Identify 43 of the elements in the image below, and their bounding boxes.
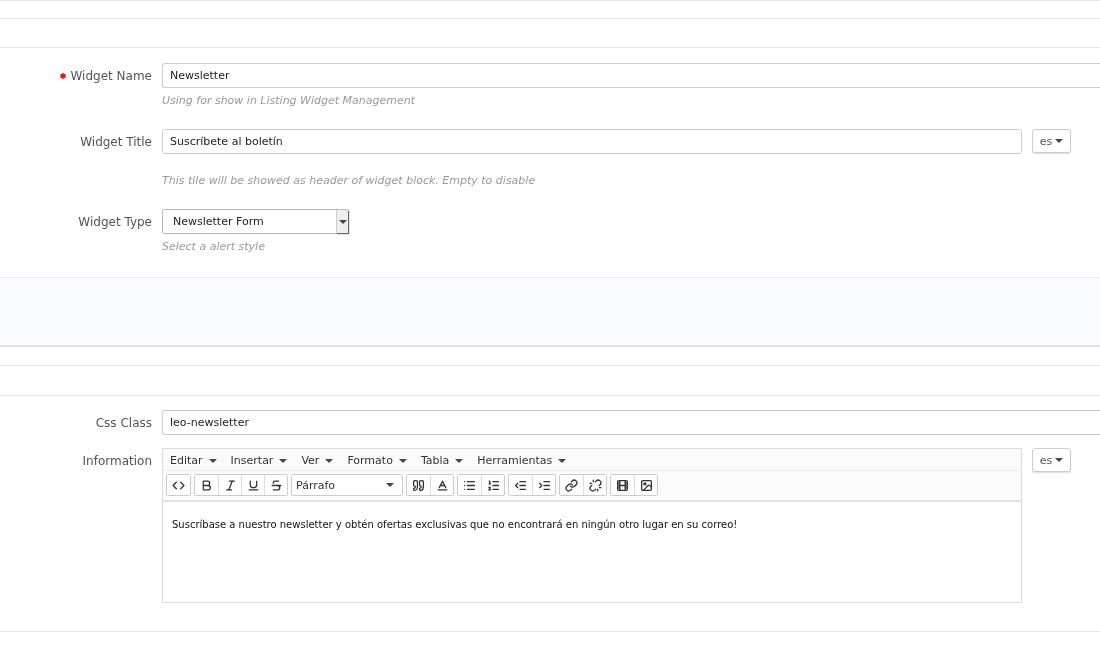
widget-type-select[interactable]: Newsletter Form <box>162 209 349 234</box>
field-label: Css Class <box>94 415 152 432</box>
indent-tool-button[interactable] <box>532 475 555 495</box>
video-icon <box>616 478 629 492</box>
strike-icon <box>269 478 283 492</box>
language-dropdown[interactable]: es <box>1032 129 1071 153</box>
bullets-icon <box>463 478 476 492</box>
indent-icon <box>537 478 551 492</box>
text-input[interactable]: Newsletter <box>162 63 1100 88</box>
quote-icon <box>412 478 425 492</box>
color-icon <box>435 478 449 492</box>
field-label: Widget Type <box>77 214 152 231</box>
help-text: This tile will be showed as header of widget block. Empty to disable <box>162 174 537 187</box>
menu-item[interactable]: Ver <box>301 454 334 467</box>
menu-item[interactable]: Tabla <box>420 454 464 467</box>
field-label: Widget Title <box>79 134 152 151</box>
unlink-icon <box>588 478 602 492</box>
menu-item[interactable]: Herramientas <box>477 454 567 467</box>
numbers-tool-button[interactable] <box>481 475 504 495</box>
italic-icon <box>223 478 237 492</box>
field-label: Information <box>81 453 152 470</box>
strike-tool-button[interactable] <box>264 475 287 495</box>
menu-item[interactable]: Editar <box>170 454 217 467</box>
menu-item[interactable]: Insertar <box>230 454 288 467</box>
format-select[interactable]: Párrafo <box>292 475 402 495</box>
link-icon <box>565 478 578 492</box>
text-input[interactable]: Suscríbete al boletín <box>162 129 1022 154</box>
code-tool-button[interactable] <box>167 475 190 495</box>
language-dropdown[interactable]: es <box>1032 448 1071 472</box>
image-tool-button[interactable] <box>634 475 657 495</box>
outdent-icon <box>514 478 527 492</box>
text-input[interactable]: leo-newsletter <box>162 410 1100 435</box>
help-text: Select a alert style <box>162 240 266 253</box>
help-text: Using for show in Listing Widget Management <box>162 94 417 107</box>
menu-item[interactable]: Formato <box>347 454 407 467</box>
image-icon <box>639 478 653 492</box>
editor-content: Suscríbase a nuestro newsletter y obtén ofertas exclusivas que no encontrará en ningún otro lugar en su correo! <box>171 518 739 532</box>
underline-icon <box>246 478 260 492</box>
color-tool-button[interactable] <box>430 475 453 495</box>
field-label: Widget Name <box>0 63 152 107</box>
unlink-tool-button[interactable] <box>583 475 606 495</box>
bold-icon <box>200 478 213 492</box>
numbers-icon <box>486 478 500 492</box>
